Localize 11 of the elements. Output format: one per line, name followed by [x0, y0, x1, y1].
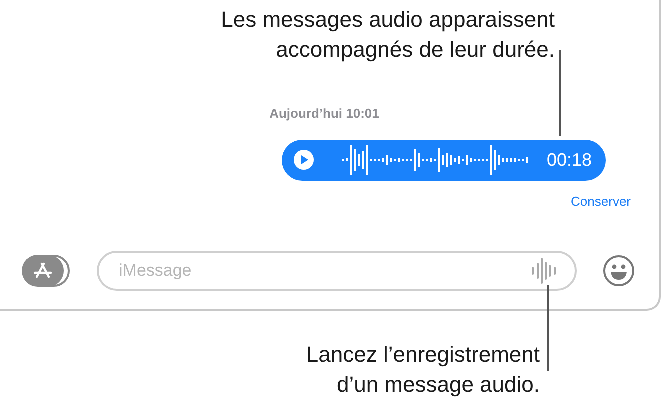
emoji-icon[interactable]	[603, 255, 635, 287]
callout-text: Lancez l’enregistrement d’un message audio.	[306, 341, 540, 399]
timestamp: Aujourd’hui 10:01	[270, 105, 380, 123]
keep-link[interactable]: Conserver	[571, 192, 631, 211]
callout-text: Les messages audio apparaissent accompagnés de leur durée.	[221, 6, 555, 64]
message-field[interactable]: iMessage	[97, 251, 577, 291]
apps-button[interactable]	[22, 255, 70, 287]
play-icon[interactable]	[294, 150, 314, 170]
apps-icon	[33, 262, 53, 280]
audio-wave-icon[interactable]	[531, 257, 557, 285]
duration: 00:18	[546, 148, 592, 172]
